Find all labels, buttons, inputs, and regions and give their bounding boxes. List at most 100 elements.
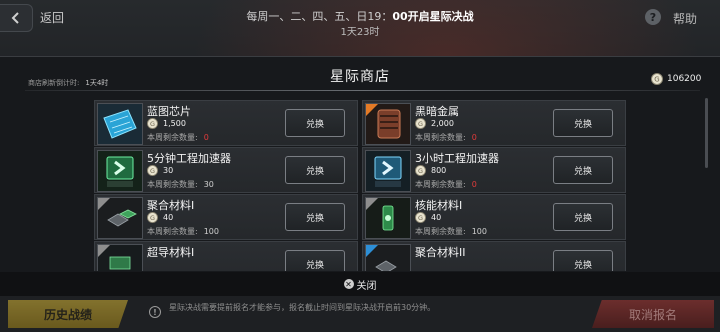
shop-item-card: 3小时工程加速器 G 800 本周剩余数量: 0 兑换 [362,147,626,193]
item-name: 聚合材料II [415,246,466,259]
remaining-value: 0 [203,133,209,142]
item-name: 超导材料I [147,246,195,259]
price-value: 40 [431,213,442,222]
item-name: 3小时工程加速器 [415,152,499,165]
info-icon: ! [149,306,161,318]
speedup-5min-icon [98,151,142,191]
currency-balance: G 106200 [651,72,701,86]
title-divider [25,90,700,91]
svg-text:G: G [654,76,659,84]
refresh-label: 商店刷新倒计时: [28,79,80,87]
close-button[interactable]: ✕ 关闭 [343,277,377,292]
remaining-value: 100 [471,227,487,236]
item-name: 黑暗金属 [415,105,459,118]
svg-text:G: G [150,167,155,175]
coin-icon: G [415,118,426,129]
item-name: 蓝图芯片 [147,105,191,118]
speedup-5min-icon [97,150,143,192]
blueprint-chip-icon [98,104,142,144]
coin-icon: G [415,212,426,223]
coin-icon: G [651,73,663,85]
price-value: 1,500 [163,119,186,128]
svg-text:G: G [150,120,155,128]
shop-item-card: 核能材料I G 40 本周剩余数量: 100 兑换 [362,194,626,240]
shop-item-grid[interactable]: 蓝图芯片 G 1,500 本周剩余数量: 0 兑换 黑暗金属 G 2,000 本… [94,100,710,271]
shop-scrollbar[interactable] [705,98,708,168]
coin-icon: G [147,165,158,176]
bottom-bar: 历史战绩 ! 星际决战需要提前报名才能参与，报名截止时间到星际决战开启前30分钟… [0,296,720,332]
history-button[interactable]: 历史战绩 [8,300,128,328]
refresh-value: 1天4时 [85,79,109,87]
nuclear-material-icon [365,197,411,239]
weekly-remaining: 本周剩余数量: 100 [415,226,487,237]
rarity-tag [366,245,378,257]
superconductor-material-icon [97,244,143,271]
item-price: G 30 [147,165,173,176]
coin-icon: G [147,212,158,223]
battle-countdown: 1天23时 [340,27,380,38]
signup-notice: 星际决战需要提前报名才能参与，报名截止时间到星际决战开启前30分钟。 [169,303,436,312]
svg-text:G: G [418,167,423,175]
refresh-countdown: 商店刷新倒计时: 1天4时 [28,78,108,88]
weekly-remaining: 本周剩余数量: 0 [147,132,209,143]
polymer-material-icon [97,197,143,239]
price-value: 30 [163,166,174,175]
close-bar: ✕ 关闭 [0,272,720,296]
cancel-signup-button[interactable]: 取消报名 [592,300,714,328]
price-value: 40 [163,213,174,222]
item-price: G 800 [415,165,446,176]
shop-item-card: 黑暗金属 G 2,000 本周剩余数量: 0 兑换 [362,100,626,146]
schedule-prefix: 每周一、二、四、五、日19： [246,10,393,23]
remaining-value: 30 [203,180,214,189]
coin-icon: G [147,118,158,129]
redeem-button[interactable]: 兑换 [553,203,613,231]
weekly-remaining: 本周剩余数量: 100 [147,226,219,237]
svg-text:G: G [150,214,155,222]
shop-item-card: 聚合材料I G 40 本周剩余数量: 100 兑换 [94,194,358,240]
battle-schedule: 每周一、二、四、五、日19：00开启星际决战 [0,8,720,24]
close-icon: ✕ [343,279,354,289]
speedup-3h-icon [366,151,410,191]
item-name: 核能材料I [415,199,463,212]
redeem-button[interactable]: 兑换 [285,109,345,137]
weekly-remaining: 本周剩余数量: 30 [147,179,214,190]
weekly-remaining: 本周剩余数量: 0 [415,179,477,190]
shop-item-card: 超导材料I 兑换 [94,241,358,271]
shop-item-card: 5分钟工程加速器 G 30 本周剩余数量: 30 兑换 [94,147,358,193]
speedup-3h-icon [365,150,411,192]
remaining-value: 0 [471,133,477,142]
close-label: 关闭 [356,280,377,292]
item-price: G 40 [147,212,173,223]
price-value: 800 [431,166,447,175]
svg-text:G: G [418,214,423,222]
redeem-button[interactable]: 兑换 [553,109,613,137]
item-name: 聚合材料I [147,199,195,212]
redeem-button[interactable]: 兑换 [285,250,345,271]
shop-item-card: 聚合材料II 兑换 [362,241,626,271]
remaining-label: 本周剩余数量: [147,180,198,189]
remaining-label: 本周剩余数量: [147,227,198,236]
dark-metal-icon [365,103,411,145]
question-icon[interactable]: ? [645,9,661,25]
coin-icon: G [415,165,426,176]
rarity-tag [98,198,110,210]
remaining-label: 本周剩余数量: [415,133,466,142]
shop-item-card: 蓝图芯片 G 1,500 本周剩余数量: 0 兑换 [94,100,358,146]
redeem-button[interactable]: 兑换 [553,250,613,271]
item-price: G 2,000 [415,118,454,129]
top-bar: 返回 每周一、二、四、五、日19：00开启星际决战 1天23时 ? 帮助 [0,0,720,38]
help-button[interactable]: 帮助 [673,10,697,27]
remaining-value: 100 [203,227,219,236]
remaining-label: 本周剩余数量: [415,227,466,236]
balance-value: 106200 [667,74,702,84]
rarity-tag [98,245,110,257]
svg-text:G: G [418,120,423,128]
rarity-tag [366,198,378,210]
shop-modal: 星际商店 商店刷新倒计时:1天4时 G 106200 蓝图芯片 G 1,500 [0,56,720,297]
redeem-button[interactable]: 兑换 [285,203,345,231]
blueprint-chip-icon [97,103,143,145]
polymer-material-icon [365,244,411,271]
redeem-button[interactable]: 兑换 [285,156,345,184]
redeem-button[interactable]: 兑换 [553,156,613,184]
item-price: G 1,500 [147,118,186,129]
